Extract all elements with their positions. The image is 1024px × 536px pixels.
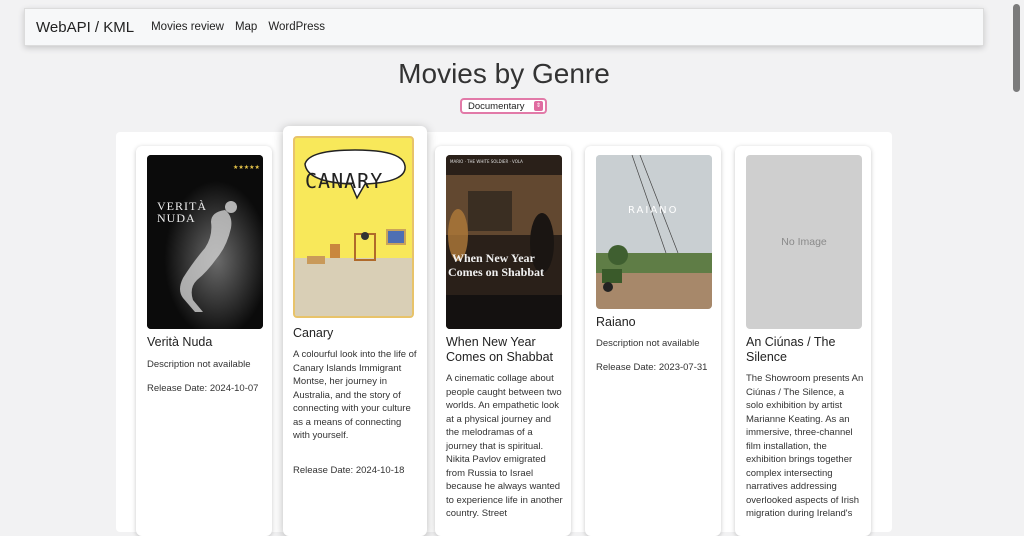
- scrollbar-thumb[interactable]: [1013, 4, 1020, 92]
- movie-description: A colourful look into the life of Canary…: [293, 349, 417, 441]
- movie-poster[interactable]: CANARY: [293, 136, 414, 318]
- movie-poster[interactable]: ★★★★★ VERITÀ NUDA: [147, 155, 263, 329]
- top-navbar: WebAPI / KML Movies review Map WordPress: [24, 8, 984, 46]
- nav-link-movies-review[interactable]: Movies review: [151, 21, 224, 33]
- poster-art-canary: [295, 149, 412, 316]
- movie-poster[interactable]: MARIO · THE WHITE SOLDIER · VOLA When Ne…: [446, 155, 562, 329]
- movie-description: Description not available: [596, 338, 700, 349]
- chevron-updown-icon: ⇕: [534, 101, 543, 111]
- movie-description: A cinematic collage about people caught …: [446, 373, 563, 519]
- poster-title: CANARY: [305, 169, 384, 193]
- page-title: Movies by Genre: [398, 58, 610, 89]
- poster-art-nude-figure: ★★★★★: [147, 155, 263, 329]
- movie-card[interactable]: CANARY Canary A colourful look into the …: [283, 126, 427, 536]
- svg-text:MARIO · THE WHITE SOLDIER · VO: MARIO · THE WHITE SOLDIER · VOLA: [450, 159, 523, 164]
- movie-description: The Showroom presents An Ciúnas / The Si…: [746, 373, 864, 519]
- movie-poster-placeholder[interactable]: No Image: [746, 155, 862, 329]
- movie-title: Canary: [293, 326, 334, 340]
- svg-text:★★★★★: ★★★★★: [233, 164, 260, 171]
- movie-card[interactable]: ★★★★★ VERITÀ NUDA Verità Nuda Descriptio…: [136, 146, 272, 536]
- movie-card[interactable]: MARIO · THE WHITE SOLDIER · VOLA When Ne…: [435, 146, 571, 536]
- nav-link-map[interactable]: Map: [235, 21, 257, 33]
- genre-select-value: Documentary: [468, 100, 525, 112]
- movie-description: Description not available: [147, 359, 251, 370]
- movie-release-date: Release Date: 2024-10-18: [293, 465, 405, 476]
- movie-release-date: Release Date: 2023-07-31: [596, 362, 708, 373]
- movie-card[interactable]: RAIANO Raiano Description not available …: [585, 146, 721, 536]
- poster-title: RAIANO: [628, 205, 679, 216]
- poster-title-line-1: When New Year: [452, 251, 535, 265]
- movie-release-date: Release Date: 2024-10-07: [147, 383, 259, 394]
- poster-title-line-2: Comes on Shabbat: [448, 265, 545, 279]
- movie-card[interactable]: No Image An Ciúnas / The Silence The Sho…: [735, 146, 871, 536]
- poster-art-landscape: [596, 155, 712, 309]
- movie-poster[interactable]: RAIANO: [596, 155, 712, 309]
- no-image-label: No Image: [781, 236, 827, 248]
- movie-title: Raiano: [596, 315, 636, 329]
- movie-title: An Ciúnas / The Silence: [746, 335, 836, 364]
- poster-title-line-2: NUDA: [157, 211, 196, 225]
- navbar-brand[interactable]: WebAPI / KML: [36, 19, 134, 36]
- poster-art-street: MARIO · THE WHITE SOLDIER · VOLA: [446, 155, 562, 329]
- genre-select[interactable]: Documentary ⇕: [460, 98, 547, 114]
- movie-title: Verità Nuda: [147, 335, 213, 349]
- scrollbar-track[interactable]: [1008, 0, 1024, 524]
- movie-title: When New Year Comes on Shabbat: [446, 335, 554, 364]
- nav-link-wordpress[interactable]: WordPress: [268, 21, 325, 33]
